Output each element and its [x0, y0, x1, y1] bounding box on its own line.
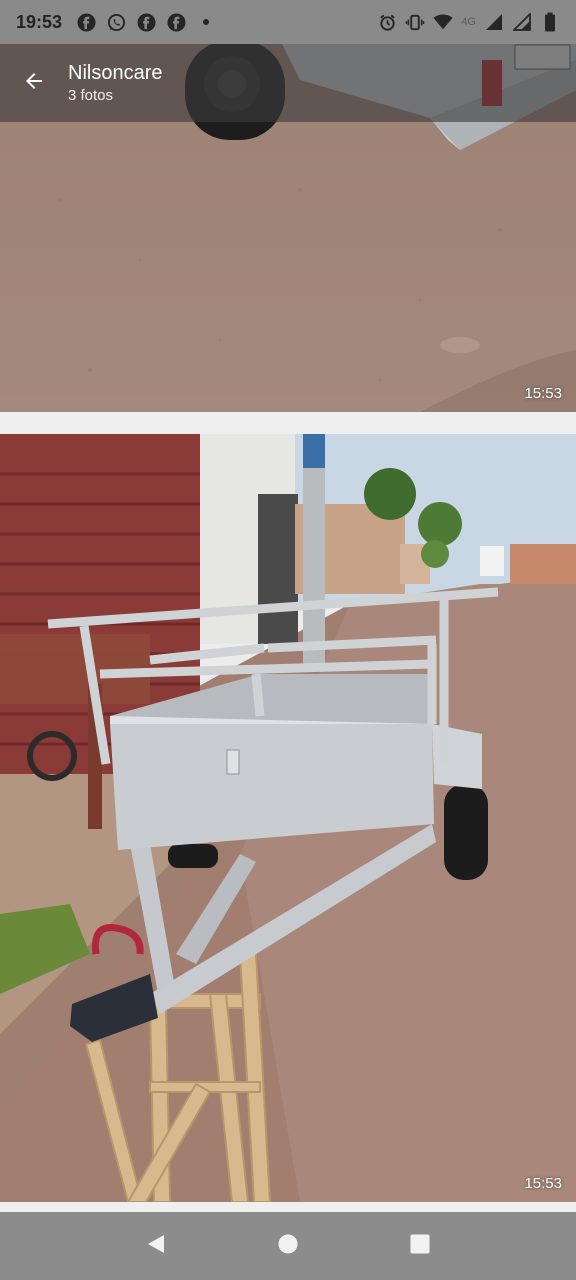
nav-back-button[interactable] [136, 1226, 176, 1266]
photo-2-image [0, 434, 576, 1202]
navigation-bar [0, 1212, 576, 1280]
arrow-left-icon [22, 69, 46, 98]
dot-icon [196, 12, 216, 32]
facebook-icon [166, 12, 186, 32]
photo-2[interactable]: 15:53 [0, 434, 576, 1202]
vibrate-icon [405, 12, 425, 32]
photo-divider [0, 1202, 576, 1212]
photo-timestamp: 15:53 [524, 1175, 562, 1192]
photo-divider [0, 412, 576, 434]
whatsapp-icon [106, 12, 126, 32]
back-button[interactable] [0, 44, 68, 122]
recents-square-icon [409, 1233, 431, 1260]
home-circle-icon [277, 1233, 299, 1260]
nav-recents-button[interactable] [400, 1226, 440, 1266]
signal-icon [484, 12, 504, 32]
wifi-icon [433, 12, 453, 32]
chat-title: Nilsoncare [68, 62, 163, 84]
title-block: Nilsoncare 3 fotos [68, 60, 162, 106]
back-triangle-icon [145, 1233, 167, 1260]
battery-icon [540, 12, 560, 32]
photo-timestamp: 15:53 [524, 385, 562, 402]
signal-icon [512, 12, 532, 32]
status-time: 19:53 [16, 11, 63, 32]
system-icons: 4G [377, 12, 560, 32]
network-label: 4G [461, 16, 476, 28]
alarm-icon [377, 12, 397, 32]
status-bar: 19:53 4G [0, 0, 576, 44]
notification-icons [76, 12, 216, 32]
nav-home-button[interactable] [268, 1226, 308, 1266]
facebook-icon [136, 12, 156, 32]
app-bar: Nilsoncare 3 fotos [0, 44, 576, 122]
facebook-icon [76, 12, 96, 32]
photo-count: 3 fotos [68, 87, 114, 104]
